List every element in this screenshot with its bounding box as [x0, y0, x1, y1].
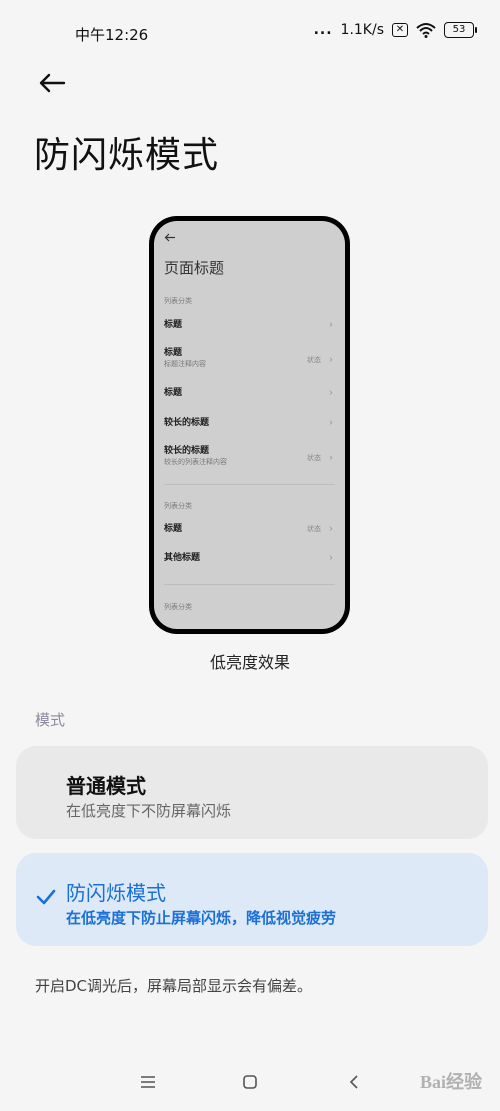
preview-divider: [164, 484, 335, 485]
chevron-right-icon: ›: [329, 387, 333, 399]
nav-back-button[interactable]: [340, 1068, 368, 1096]
preview-list-item: 标题 标题注释内容 状态 ›: [164, 345, 335, 375]
preview-item-status: 状态: [307, 454, 321, 462]
chevron-right-icon: ›: [329, 552, 333, 564]
back-arrow-icon: [39, 73, 66, 93]
preview-divider: [164, 584, 335, 585]
status-bar: 中午12:26 ... 1.1K/s ✕ 53: [0, 0, 500, 66]
battery-indicator: 53: [444, 22, 477, 38]
preview-list-item: 标题 ›: [164, 382, 335, 404]
preview-list-item: 标题 ›: [164, 314, 335, 336]
preview-category: 列表分类: [164, 502, 192, 510]
menu-button[interactable]: [134, 1068, 162, 1096]
preview-item-label: 标题: [164, 388, 183, 398]
preview-item-label: 标题: [164, 320, 183, 330]
status-icons: ... 1.1K/s ✕ 53: [313, 22, 477, 38]
wifi-icon: [416, 23, 436, 38]
chevron-right-icon: ›: [329, 417, 333, 429]
preview-list-item: 标题 状态 ›: [164, 518, 335, 540]
x-box-icon: ✕: [392, 23, 408, 37]
home-icon: [243, 1075, 257, 1089]
back-icon: [349, 1075, 358, 1089]
chevron-right-icon: ›: [329, 452, 333, 464]
preview-item-status: 状态: [307, 356, 321, 364]
mode-option-anti-flicker[interactable]: 防闪烁模式 在低亮度下防止屏幕闪烁，降低视觉疲劳: [16, 853, 488, 946]
back-button[interactable]: [32, 66, 72, 100]
page-title: 防闪烁模式: [34, 135, 220, 176]
preview-caption: 低亮度效果: [209, 653, 290, 672]
preview-item-label: 较长的标题: [164, 418, 210, 428]
mode-title: 普通模式: [66, 774, 146, 798]
status-time: 中午12:26: [75, 26, 149, 44]
mode-description: 在低亮度下不防屏幕闪烁: [66, 802, 232, 820]
menu-icon: [141, 1076, 155, 1088]
mode-title: 防闪烁模式: [66, 881, 166, 905]
mode-option-normal[interactable]: 普通模式 在低亮度下不防屏幕闪烁: [16, 746, 488, 839]
network-speed: 1.1K/s: [340, 22, 384, 38]
section-label-mode: 模式: [35, 711, 66, 729]
preview-category: 列表分类: [164, 603, 192, 611]
chevron-right-icon: ›: [329, 523, 333, 535]
preview-item-status: 状态: [307, 525, 321, 533]
preview-back-icon: [164, 233, 175, 242]
preview-list-item: 较长的标题 ›: [164, 412, 335, 434]
checkmark-icon: [36, 889, 56, 905]
preview-item-label: 其他标题: [164, 553, 201, 563]
preview-phone: 页面标题 列表分类 标题 › 标题 标题注释内容 状态 › 标题 › 较长的标题…: [149, 216, 350, 634]
navigation-bar: Bai经验: [0, 1052, 500, 1111]
preview-title: 页面标题: [164, 259, 225, 277]
preview-list-item: 较长的标题 较长的列表注释内容 状态 ›: [164, 443, 335, 473]
home-button[interactable]: [236, 1068, 264, 1096]
preview-screen: 页面标题 列表分类 标题 › 标题 标题注释内容 状态 › 标题 › 较长的标题…: [154, 221, 345, 629]
signal-dots: ...: [313, 22, 333, 38]
mode-description: 在低亮度下防止屏幕闪烁，降低视觉疲劳: [66, 909, 337, 927]
chevron-right-icon: ›: [329, 319, 333, 331]
watermark: Bai经验: [419, 1072, 482, 1092]
preview-list-item: 其他标题 ›: [164, 547, 335, 569]
footnote: 开启DC调光后，屏幕局部显示会有偏差。: [35, 977, 313, 995]
preview-category: 列表分类: [164, 297, 192, 305]
chevron-right-icon: ›: [329, 354, 333, 366]
